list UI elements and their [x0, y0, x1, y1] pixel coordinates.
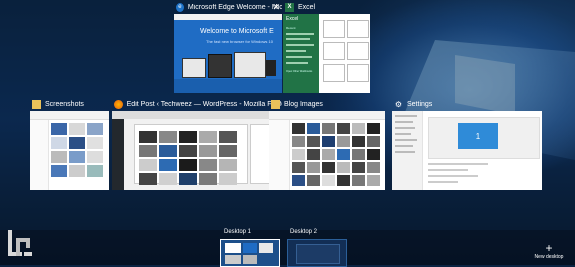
window-title-bar: Blog Images: [269, 97, 385, 111]
window-title-bar: X Excel: [283, 0, 370, 14]
window-excel[interactable]: X Excel Excel Recent Open Other Workbook…: [283, 0, 370, 93]
edge-subheading: The fast new browser for Windows 10: [206, 39, 273, 44]
window-title: Edit Post ‹ Techweez — WordPress - Mozil…: [126, 100, 282, 108]
new-desktop-label: New desktop: [534, 254, 564, 260]
firefox-icon: [114, 99, 123, 109]
edge-icon: e: [176, 2, 184, 12]
window-title-bar: e Microsoft Edge Welcome - Micro...: [174, 0, 282, 14]
window-title: Microsoft Edge Welcome - Micro...: [187, 3, 282, 11]
edge-heading: Welcome to Microsoft E: [200, 28, 274, 35]
desktop-2-thumbnail[interactable]: [287, 239, 347, 267]
excel-open-label: Open Other Workbooks: [286, 70, 313, 73]
window-title: Screenshots: [45, 100, 84, 108]
gear-icon: ⚙: [394, 99, 403, 109]
window-title: Excel: [298, 3, 316, 11]
window-thumbnail: [30, 111, 109, 190]
new-desktop-button[interactable]: + New desktop: [532, 241, 566, 263]
desktop-2-label: Desktop 2: [290, 229, 318, 235]
folder-icon: [32, 99, 41, 109]
window-title: Blog Images: [284, 100, 323, 108]
excel-icon: X: [285, 2, 294, 12]
window-thumbnail: 1: [392, 111, 542, 190]
plus-icon: +: [545, 241, 553, 255]
watermark-logo: [6, 226, 36, 262]
window-title-bar: Edit Post ‹ Techweez — WordPress - Mozil…: [112, 97, 282, 111]
window-screenshots-folder[interactable]: Screenshots: [30, 97, 109, 190]
display-monitor-1[interactable]: 1: [458, 123, 498, 149]
display-number: 1: [475, 131, 481, 141]
window-edge[interactable]: e Microsoft Edge Welcome - Micro... ✕ We…: [174, 0, 282, 93]
window-firefox[interactable]: Edit Post ‹ Techweez — WordPress - Mozil…: [112, 97, 282, 190]
excel-recent-label: Recent: [286, 26, 296, 30]
close-icon[interactable]: ✕: [272, 1, 280, 13]
window-settings[interactable]: ⚙ Settings 1: [392, 97, 542, 190]
window-title-bar: Screenshots: [30, 97, 109, 111]
window-thumbnail: Welcome to Microsoft E The fast new brow…: [174, 14, 282, 93]
desktop-1-label: Desktop 1: [224, 229, 252, 235]
window-blog-images-folder[interactable]: Blog Images: [269, 97, 385, 190]
desktop-1-thumbnail[interactable]: [220, 239, 280, 267]
excel-app-label: Excel: [286, 16, 299, 22]
folder-icon: [271, 99, 280, 109]
window-title-bar: ⚙ Settings: [392, 97, 542, 111]
window-thumbnail: [112, 111, 282, 190]
window-thumbnail: [269, 111, 385, 190]
window-thumbnail: Excel Recent Open Other Workbooks: [283, 14, 370, 93]
window-title: Settings: [407, 100, 433, 108]
